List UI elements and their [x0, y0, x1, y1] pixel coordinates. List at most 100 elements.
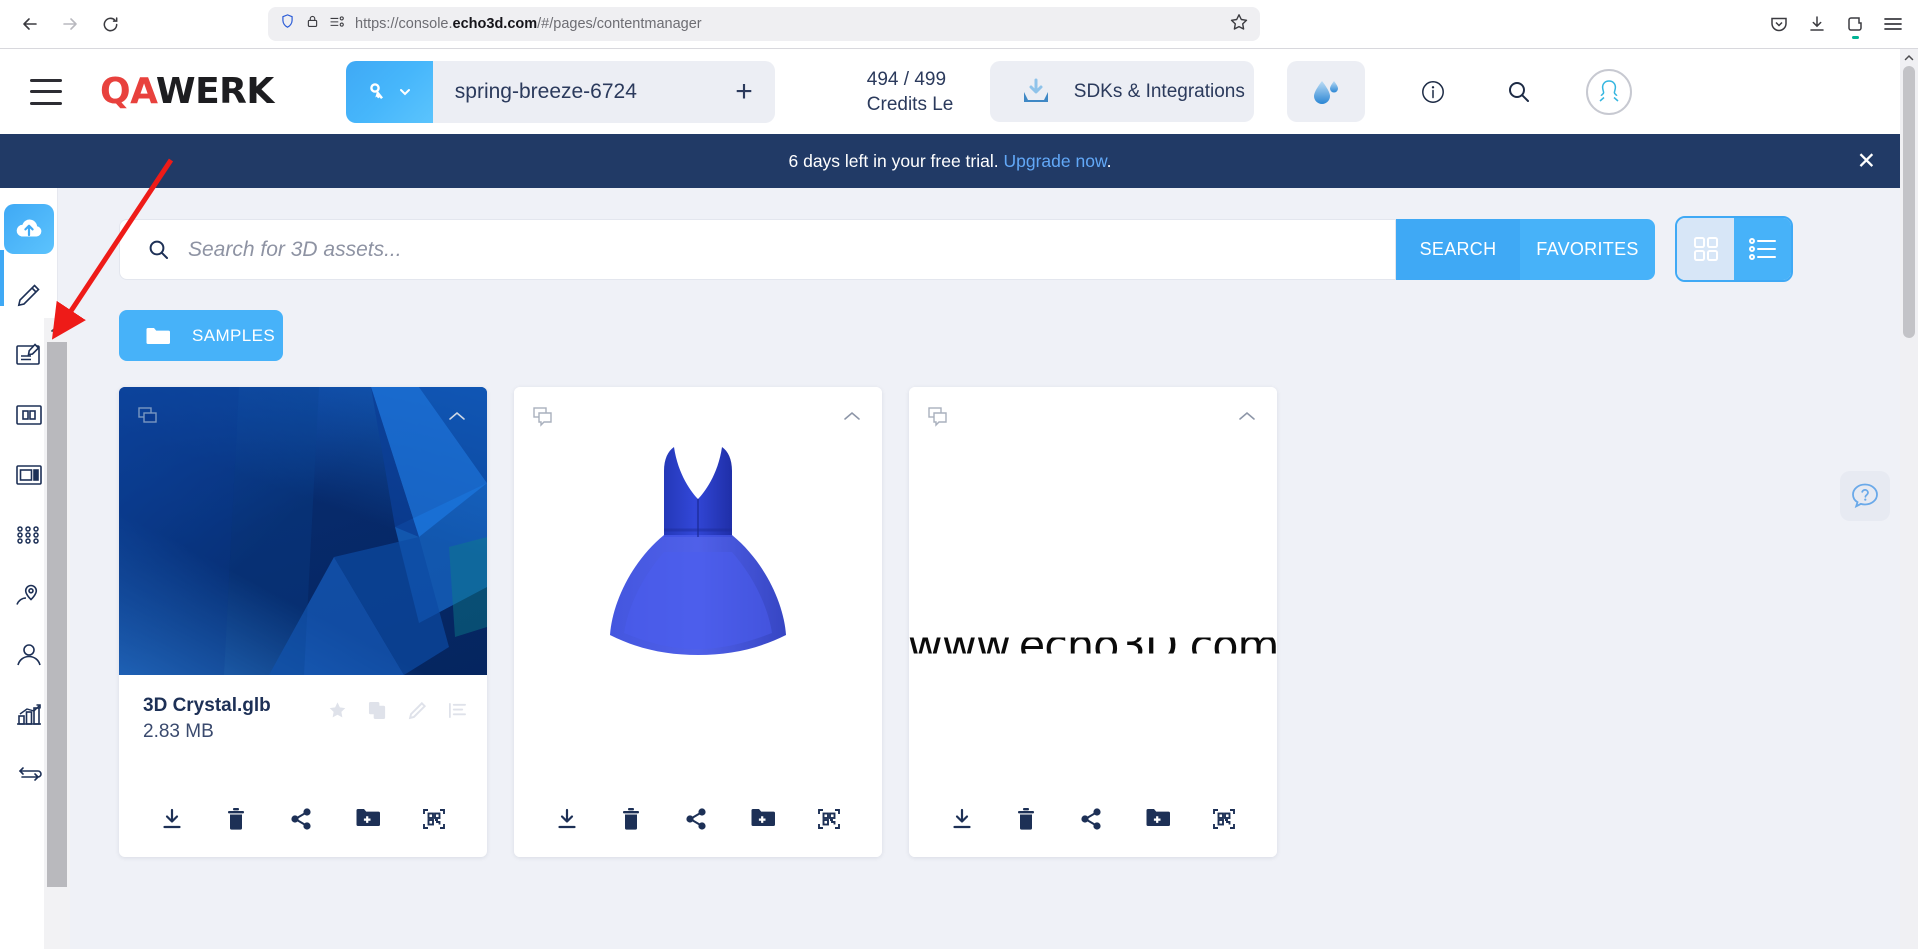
search-button[interactable]: SEARCH — [1396, 219, 1520, 280]
pencil-icon — [17, 284, 40, 307]
pencil-icon[interactable] — [408, 701, 427, 725]
video-thumbnail-text: www.echo3D.com — [909, 620, 1277, 671]
help-chat-icon — [1852, 483, 1878, 509]
app-menu-icon[interactable] — [1876, 6, 1910, 42]
global-search-button[interactable] — [1497, 70, 1541, 114]
asset-card-grid: 3D Crystal.glb 2.83 MB www.echo3D.com — [119, 387, 1277, 857]
window-panel-icon — [15, 465, 42, 485]
trial-days-text: 6 days left in your free trial. — [788, 150, 999, 171]
bookmark-star-icon[interactable] — [1229, 12, 1249, 37]
add-to-folder-icon[interactable] — [750, 807, 776, 835]
add-to-folder-icon[interactable] — [1145, 807, 1171, 835]
folder-samples-button[interactable]: SAMPLES — [119, 310, 283, 361]
grid-view-button[interactable] — [1677, 218, 1734, 280]
help-button[interactable] — [1840, 471, 1890, 521]
sdks-integrations-label: SDKs & Integrations — [1073, 80, 1245, 102]
chevron-up-icon[interactable] — [842, 409, 862, 428]
download-tray-icon — [1023, 78, 1048, 102]
permissions-icon[interactable] — [329, 14, 346, 34]
trash-icon[interactable] — [1015, 807, 1037, 836]
list-icon[interactable] — [448, 701, 467, 725]
inner-scrollbar-thumb[interactable] — [47, 342, 67, 887]
trash-icon[interactable] — [620, 807, 642, 836]
bar-chart-icon — [16, 704, 41, 725]
forward-button[interactable] — [52, 6, 88, 42]
search-input[interactable] — [188, 237, 1288, 262]
content-manager: SEARCH FAVORITES SAMPLES — [58, 188, 1900, 949]
user-avatar-icon — [1599, 79, 1619, 102]
share-icon[interactable] — [684, 807, 708, 836]
list-view-button[interactable] — [1734, 218, 1791, 280]
scroll-up-arrow[interactable] — [1900, 49, 1918, 66]
droplet-button[interactable] — [1286, 61, 1365, 122]
comment-icon[interactable] — [533, 407, 555, 432]
sidebar-item-edit[interactable] — [6, 276, 52, 314]
info-button[interactable] — [1411, 70, 1455, 114]
url-bar[interactable]: https://console.echo3d.com/#/pages/conte… — [268, 7, 1260, 41]
logo-text-red: QA — [100, 71, 156, 112]
lock-icon — [305, 14, 320, 34]
folder-samples-label: SAMPLES — [192, 325, 276, 345]
cloud-upload-icon — [16, 219, 41, 237]
upgrade-now-link[interactable]: Upgrade now — [1003, 151, 1106, 171]
browser-scrollbar-thumb[interactable] — [1903, 66, 1915, 338]
trial-banner: 6 days left in your free trial. Upgrade … — [0, 134, 1900, 188]
share-icon[interactable] — [1079, 807, 1103, 836]
hamburger-menu-icon[interactable] — [30, 78, 62, 105]
browser-scrollbar[interactable] — [1900, 49, 1918, 949]
project-selector[interactable]: spring-breeze-6724 + — [345, 60, 775, 123]
search-box[interactable] — [119, 219, 1396, 280]
asset-secondary-actions — [328, 701, 467, 725]
key-icon — [369, 82, 383, 99]
qr-code-icon[interactable] — [1212, 807, 1236, 836]
asset-card[interactable]: 3D Crystal.glb 2.83 MB — [119, 387, 487, 857]
add-to-folder-icon[interactable] — [355, 807, 381, 835]
chevron-up-icon[interactable] — [1237, 409, 1257, 428]
asset-primary-actions — [119, 785, 487, 857]
copy-icon[interactable] — [368, 701, 387, 725]
asset-thumbnail[interactable] — [119, 387, 487, 675]
qr-code-icon[interactable] — [422, 807, 446, 836]
project-name-text: spring-breeze-6724 — [454, 79, 637, 103]
trial-period: . — [1106, 150, 1112, 171]
download-icon[interactable] — [950, 807, 974, 836]
folder-icon — [146, 327, 170, 344]
project-key-button[interactable] — [345, 60, 433, 123]
asset-card[interactable]: www.echo3D.com 2D Video.mp4 984.9 KB / 0… — [909, 387, 1277, 857]
inner-scrollbar[interactable] — [44, 318, 70, 949]
download-icon[interactable] — [555, 807, 579, 836]
asset-card[interactable]: 3D Dress.glb 5.68 MB — [514, 387, 882, 857]
back-button[interactable] — [12, 6, 48, 42]
chevron-up-icon[interactable] — [447, 409, 467, 428]
downloads-icon[interactable] — [1800, 6, 1834, 42]
reload-button[interactable] — [92, 6, 128, 42]
asset-primary-actions — [909, 785, 1277, 857]
asset-card-body: 3D Crystal.glb 2.83 MB — [119, 675, 487, 743]
dress-thumbnail-image — [610, 447, 786, 655]
pocket-icon[interactable] — [1762, 6, 1796, 42]
comment-icon[interactable] — [928, 407, 950, 432]
app-top-bar: QAWERK spring-breeze-6724 + 494 / 499 Cr… — [0, 49, 1900, 134]
trash-icon[interactable] — [225, 807, 247, 836]
sdks-integrations-button[interactable]: SDKs & Integrations — [989, 61, 1254, 122]
star-icon[interactable] — [328, 701, 347, 725]
favorites-button[interactable]: FAVORITES — [1520, 219, 1655, 280]
download-icon[interactable] — [160, 807, 184, 836]
search-icon — [1508, 81, 1529, 102]
share-icon[interactable] — [289, 807, 313, 836]
project-name-field[interactable]: spring-breeze-6724 + — [432, 60, 775, 123]
avatar[interactable] — [1585, 68, 1632, 115]
url-text: https://console.echo3d.com/#/pages/conte… — [355, 16, 702, 32]
add-project-button[interactable]: + — [735, 76, 753, 107]
inner-scroll-up-arrow[interactable] — [44, 318, 70, 340]
extensions-icon[interactable] — [1838, 6, 1872, 42]
close-banner-button[interactable]: ✕ — [1857, 149, 1876, 173]
duplicate-icon[interactable] — [138, 407, 160, 432]
info-circle-icon — [1421, 80, 1444, 103]
user-icon — [16, 644, 41, 666]
sidebar-item-upload[interactable] — [3, 204, 54, 254]
crystal-thumbnail-image — [119, 387, 487, 675]
qr-code-icon[interactable] — [817, 807, 841, 836]
logo-text-dark: WERK — [155, 71, 274, 112]
browser-nav-buttons — [12, 6, 128, 42]
